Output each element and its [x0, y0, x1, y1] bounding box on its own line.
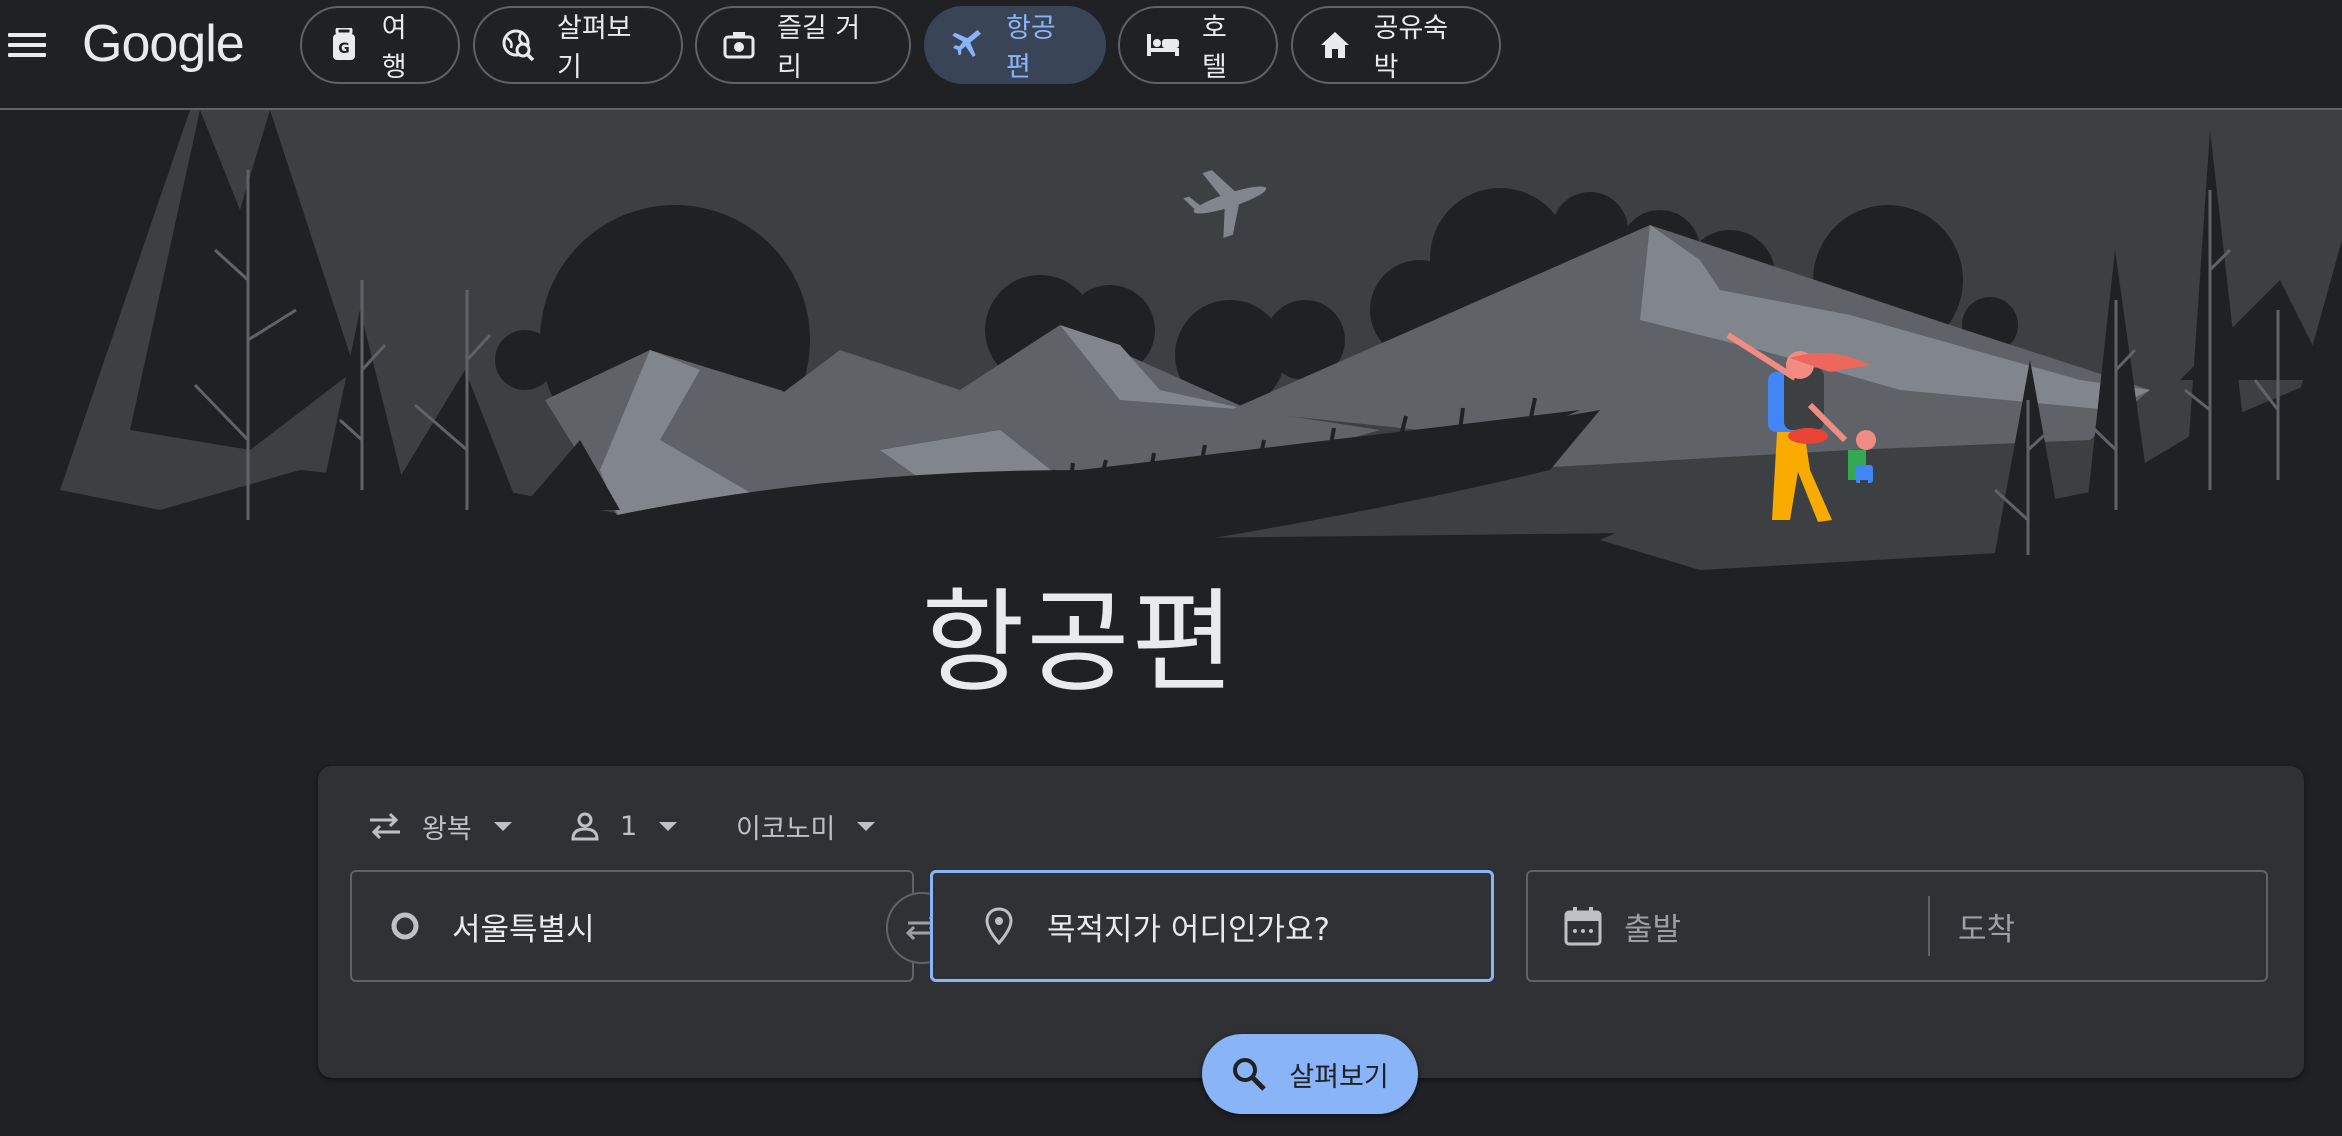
svg-text:G: G — [338, 41, 350, 57]
round-trip-arrows-icon — [368, 811, 402, 841]
flight-search-card: 왕복 1 이코노미 서울특별시 목적지가 어디인가요? 출발 도착 살펴보기 — [318, 766, 2304, 1114]
tab-vacation-rentals[interactable]: 공유숙박 — [1291, 6, 1501, 84]
depart-date-placeholder[interactable]: 출발 — [1624, 904, 1928, 949]
menu-line — [8, 33, 46, 37]
passengers-select[interactable]: 1 — [570, 796, 678, 856]
date-divider — [1928, 896, 1930, 956]
search-button-label: 살펴보기 — [1289, 1061, 1389, 1093]
tab-hotels[interactable]: 호텔 — [1118, 6, 1278, 84]
tab-label: 공유숙박 — [1373, 13, 1449, 83]
search-icon — [1231, 1056, 1267, 1092]
origin-field[interactable]: 서울특별시 — [350, 870, 914, 982]
google-logo[interactable]: Google — [82, 14, 245, 74]
chevron-down-icon — [857, 821, 876, 831]
luggage-icon: G — [328, 28, 360, 62]
tab-label: 살펴보기 — [557, 13, 632, 83]
airplane-icon — [952, 28, 984, 62]
passengers-count: 1 — [620, 810, 638, 842]
menu-line — [8, 53, 46, 57]
explore-globe-icon — [501, 28, 535, 62]
cabin-class-value: 이코노미 — [736, 813, 836, 845]
tab-things-to-do[interactable]: 즐길 거리 — [695, 6, 911, 84]
tab-label: 호텔 — [1202, 13, 1227, 83]
chevron-down-icon — [493, 821, 512, 831]
calendar-icon — [1564, 906, 1602, 946]
chevron-down-icon — [659, 821, 678, 831]
person-icon — [570, 811, 600, 841]
return-date-placeholder[interactable]: 도착 — [1958, 904, 2015, 949]
location-pin-icon — [985, 907, 1013, 945]
tab-label: 즐길 거리 — [777, 13, 861, 83]
destination-field[interactable]: 목적지가 어디인가요? — [930, 870, 1494, 982]
origin-circle-icon — [390, 911, 420, 941]
menu-line — [8, 43, 46, 47]
hero-illustration — [0, 110, 2342, 590]
main-menu-button[interactable] — [8, 28, 46, 64]
page-title-text: 항공편 — [921, 578, 1237, 708]
destination-placeholder: 목적지가 어디인가요? — [1047, 911, 1330, 948]
origin-value: 서울특별시 — [452, 911, 595, 948]
page-title: 항공편 — [0, 552, 2342, 714]
search-button[interactable]: 살펴보기 — [1202, 1034, 1418, 1114]
bed-icon — [1146, 28, 1180, 62]
camera-icon — [723, 28, 755, 62]
date-range-field[interactable]: 출발 도착 — [1526, 870, 2268, 982]
tab-label: 항공편 — [1006, 13, 1056, 83]
home-icon — [1319, 28, 1352, 62]
tab-flights[interactable]: 항공편 — [924, 6, 1106, 84]
tab-explore[interactable]: 살펴보기 — [473, 6, 683, 84]
top-app-bar: Google G 여행 살펴보기 즐길 거리 항공편 호텔 공유숙박 — [0, 0, 2342, 110]
trip-type-value: 왕복 — [422, 813, 472, 845]
tab-travel[interactable]: G 여행 — [300, 6, 460, 84]
tab-label: 여행 — [381, 13, 407, 83]
cabin-class-select[interactable]: 이코노미 — [736, 796, 876, 856]
landscape-illustration — [0, 110, 2342, 590]
trip-type-select[interactable]: 왕복 — [368, 796, 512, 856]
